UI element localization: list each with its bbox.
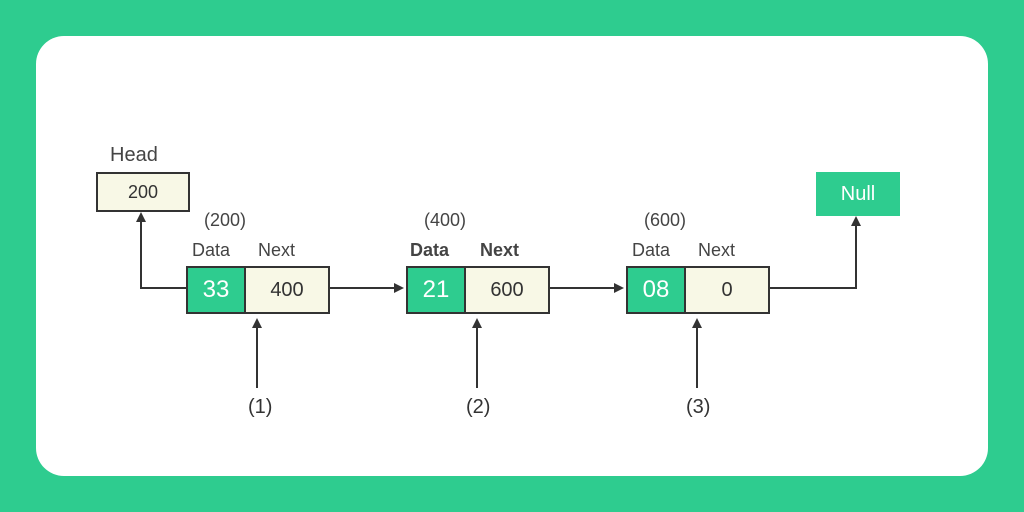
node3: 08 0 bbox=[626, 266, 770, 314]
node2-next-header: Next bbox=[480, 240, 519, 261]
node3-address: (600) bbox=[644, 210, 686, 231]
node2-data: 21 bbox=[408, 268, 466, 312]
diagram-card: Head 200 (200) Data Next 33 400 (400) Da… bbox=[36, 36, 988, 476]
node3-data-header: Data bbox=[632, 240, 670, 261]
head-label: Head bbox=[110, 144, 158, 167]
node1: 33 400 bbox=[186, 266, 330, 314]
node3-next: 0 bbox=[686, 268, 768, 312]
node2-next: 600 bbox=[466, 268, 548, 312]
node1-next: 400 bbox=[246, 268, 328, 312]
node1-index: (1) bbox=[248, 396, 272, 419]
node1-address: (200) bbox=[204, 210, 246, 231]
node3-next-header: Next bbox=[698, 240, 735, 261]
head-box: 200 bbox=[96, 172, 190, 212]
node1-data: 33 bbox=[188, 268, 246, 312]
node1-next-header: Next bbox=[258, 240, 295, 261]
null-box: Null bbox=[816, 172, 900, 216]
head-value: 200 bbox=[128, 182, 158, 202]
node3-index: (3) bbox=[686, 396, 710, 419]
node2: 21 600 bbox=[406, 266, 550, 314]
node3-data: 08 bbox=[628, 268, 686, 312]
node2-data-header: Data bbox=[410, 240, 449, 261]
node2-index: (2) bbox=[466, 396, 490, 419]
node2-address: (400) bbox=[424, 210, 466, 231]
node1-data-header: Data bbox=[192, 240, 230, 261]
null-label: Null bbox=[841, 183, 875, 205]
